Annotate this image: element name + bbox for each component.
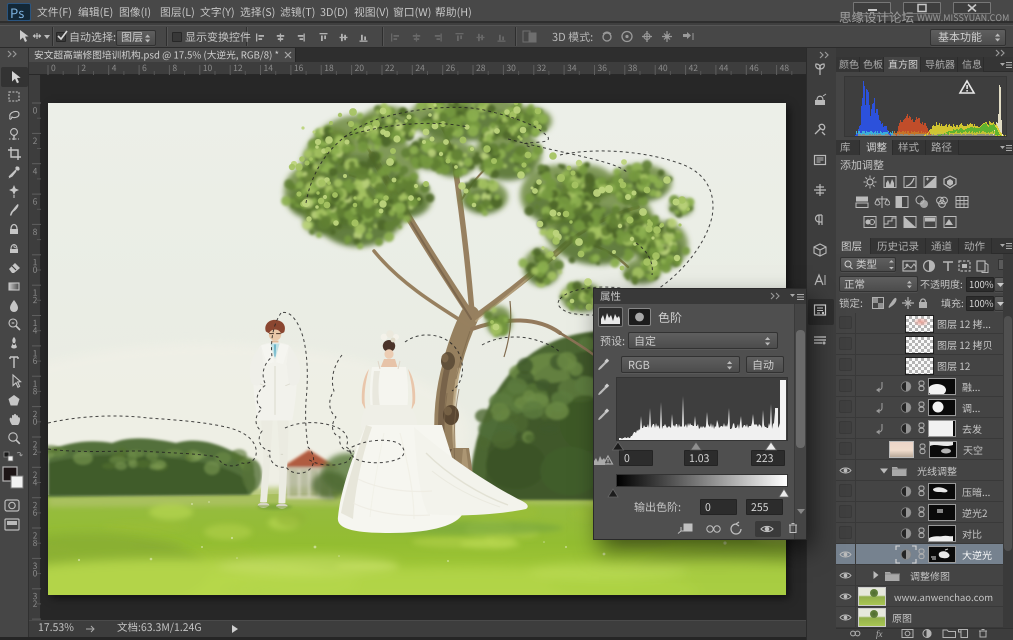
svg-text:fx: fx: [876, 629, 883, 639]
